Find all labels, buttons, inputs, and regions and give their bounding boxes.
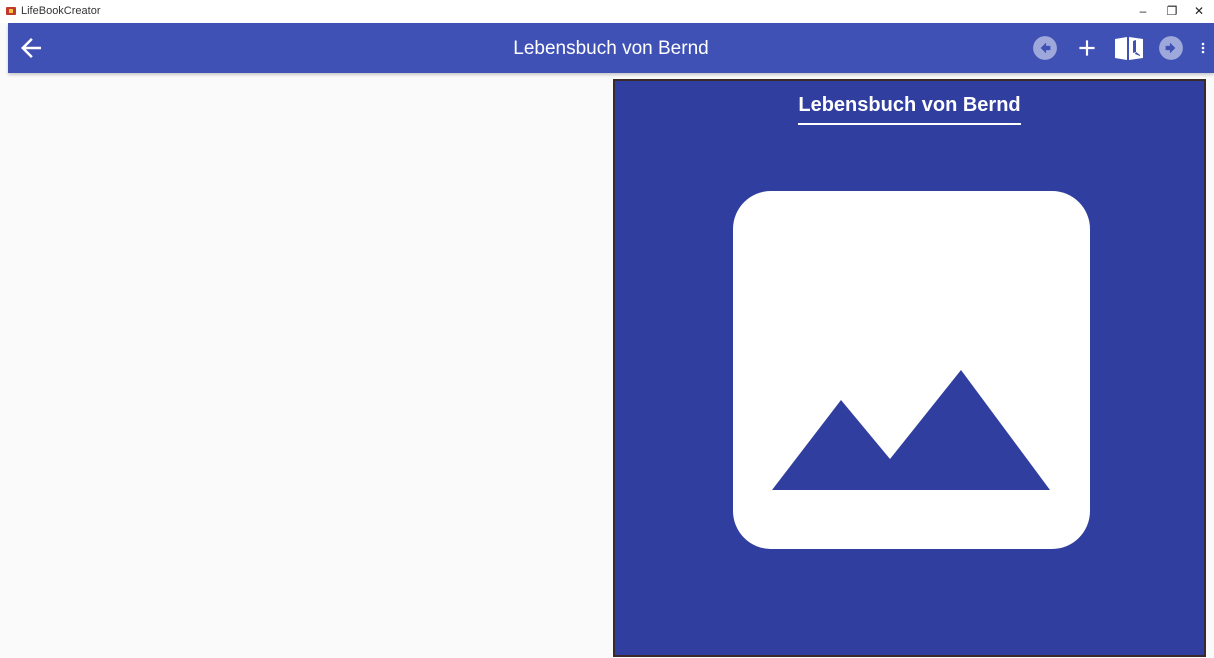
more-vert-icon [1201, 42, 1205, 54]
book-page-preview[interactable]: Lebensbuch von Bernd [613, 79, 1206, 657]
more-options-button[interactable] [1198, 35, 1208, 61]
arrow-circle-right-icon [1159, 36, 1183, 60]
close-button[interactable]: ✕ [1184, 0, 1214, 23]
book-page-title-text: Lebensbuch von Bernd [798, 93, 1021, 125]
book-button[interactable] [1114, 35, 1143, 61]
app-bar: Lebensbuch von Bernd [8, 23, 1214, 73]
image-placeholder-icon [733, 191, 1090, 549]
book-page-title: Lebensbuch von Bernd [615, 93, 1204, 125]
add-button[interactable] [1074, 35, 1100, 61]
previous-page-button[interactable] [1032, 35, 1058, 61]
maximize-button[interactable]: ❐ [1157, 0, 1187, 23]
arrow-circle-left-icon [1033, 36, 1057, 60]
image-placeholder[interactable] [733, 191, 1090, 549]
window-title: LifeBookCreator [21, 5, 101, 17]
app-logo-icon [6, 7, 16, 15]
next-page-button[interactable] [1158, 35, 1184, 61]
minimize-button[interactable]: – [1128, 0, 1158, 23]
open-book-icon [1115, 37, 1143, 60]
window-title-bar: LifeBookCreator – ❐ ✕ [0, 0, 1214, 23]
plus-icon [1079, 40, 1095, 56]
